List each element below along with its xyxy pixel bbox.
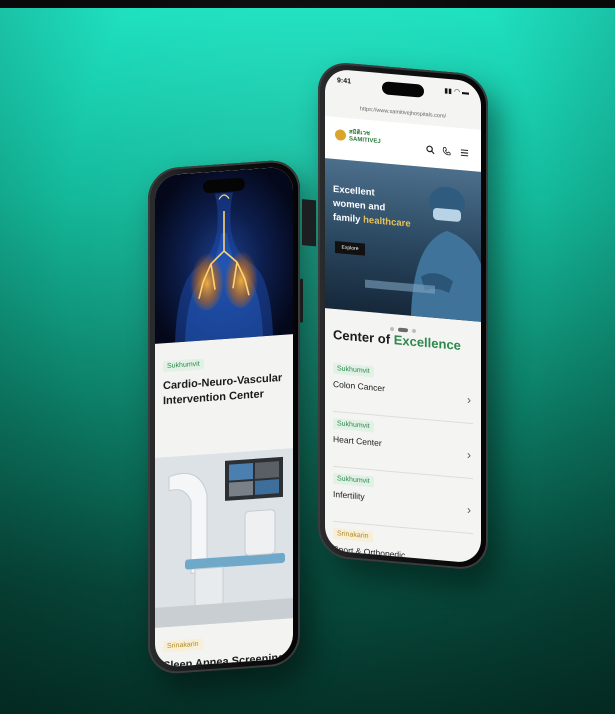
card-cardio[interactable]: Sukhumvit Cardio-Neuro-Vascular Interven… <box>163 347 285 410</box>
volume-buttons <box>302 199 316 247</box>
hero-headline: Excellent women and family healthcare <box>333 183 428 233</box>
dynamic-island <box>382 81 424 98</box>
chevron-right-icon: › <box>467 502 471 517</box>
card-sleep-apnea[interactable]: Srinakarin Sleep Apnea Screening <box>163 627 285 668</box>
card-title: Cardio-Neuro-Vascular Intervention Cente… <box>163 371 283 408</box>
hero-line-3-plain: family <box>333 211 361 226</box>
center-name: Heart Center <box>333 433 382 449</box>
power-button <box>300 278 303 323</box>
card-image-lungs <box>155 166 293 344</box>
surgeon-illustration <box>365 186 481 322</box>
mockup-scene: Sukhumvit Cardio-Neuro-Vascular Interven… <box>0 0 615 714</box>
status-time: 9:41 <box>337 77 352 86</box>
logo-text[interactable]: สมิติเวช SAMITIVEJ <box>349 129 381 146</box>
center-name: Sport & Orthopedic <box>333 543 406 561</box>
phone-left-screen: Sukhumvit Cardio-Neuro-Vascular Interven… <box>155 166 293 668</box>
lungs-illustration <box>175 192 273 343</box>
card-title: Sleep Apnea Screening <box>163 651 285 668</box>
card-image-lab <box>155 448 293 628</box>
hero-banner: Excellent women and family healthcare Ex… <box>325 158 481 322</box>
background-glow <box>0 0 615 714</box>
location-tag: Srinakarin <box>163 638 203 653</box>
phone-right-screen: 9:41 ▮▮ ◠ ▬ https://www.samitivejhospita… <box>325 68 481 564</box>
logo-line-2: SAMITIVEJ <box>349 136 381 146</box>
location-tag: Sukhumvit <box>163 358 204 373</box>
status-icons: ▮▮ ◠ ▬ <box>444 87 469 97</box>
location-tag: Srinakarin <box>333 527 373 543</box>
carousel-dot[interactable] <box>412 328 416 334</box>
logo-icon[interactable] <box>335 129 346 142</box>
location-tag: Sukhumvit <box>333 472 374 488</box>
location-tag: Sukhumvit <box>333 362 374 378</box>
chevron-right-icon: › <box>467 558 471 564</box>
hero-line-3-highlight: healthcare <box>363 214 411 230</box>
chevron-right-icon: › <box>467 392 471 407</box>
location-tag: Sukhumvit <box>333 417 374 433</box>
chevron-right-icon: › <box>467 447 471 462</box>
search-icon[interactable] <box>426 145 435 158</box>
phone-right: 9:41 ▮▮ ◠ ▬ https://www.samitivejhospita… <box>302 60 488 572</box>
lab-illustration <box>155 448 293 628</box>
phone-icon[interactable] <box>442 146 451 159</box>
center-list: Sukhumvit Colon Cancer › Sukhumvit Heart… <box>325 356 481 564</box>
carousel-dot[interactable] <box>390 326 394 332</box>
explore-button[interactable]: Explore <box>335 241 365 256</box>
menu-icon[interactable] <box>460 148 469 161</box>
center-name: Colon Cancer <box>333 378 385 394</box>
center-name: Infertility <box>333 488 365 502</box>
phone-left: Sukhumvit Cardio-Neuro-Vascular Interven… <box>148 158 303 676</box>
